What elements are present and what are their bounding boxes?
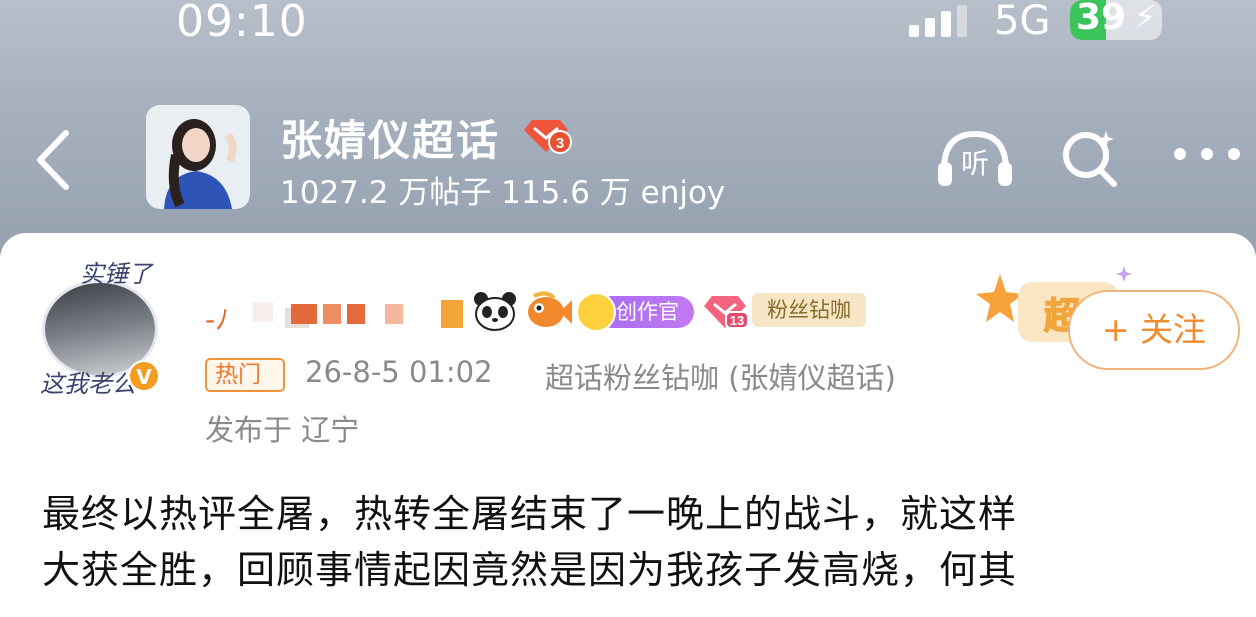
battery-icon: 39 ⚡: [1070, 0, 1162, 40]
post-text-line: 大获全胜，回顾事情起因竟然是因为我孩子发高烧，何其: [42, 548, 1018, 592]
level-badge: 13: [704, 292, 749, 330]
fan-badge[interactable]: 粉丝钻咖: [752, 293, 866, 327]
more-dot-icon: [1228, 148, 1240, 160]
battery-level: 39: [1076, 0, 1127, 38]
username-obscured: [347, 304, 365, 324]
listen-label: 听: [961, 147, 989, 180]
follow-button[interactable]: + 关注: [1068, 290, 1240, 370]
topic-avatar-image: [146, 105, 250, 209]
username-glyph: -ﾉ: [205, 303, 230, 336]
fish-emoji-icon: [524, 290, 572, 332]
chevron-left-icon: [37, 130, 69, 190]
post-timestamp: 26-8-5 01:02: [305, 355, 493, 389]
more-dot-icon: [1174, 148, 1186, 160]
diamond-rank-icon: 3: [524, 120, 572, 154]
post-meta: 热门 26-8-5 01:02 超话粉丝钻咖 (张婧仪超话): [205, 355, 1005, 395]
username-obscured: [441, 300, 463, 328]
network-type: 5G: [994, 0, 1051, 44]
status-bar: 09:10 5G 39 ⚡: [0, 0, 1256, 50]
rank-number: 3: [556, 135, 564, 152]
back-button[interactable]: [30, 125, 80, 195]
search-icon: [1063, 131, 1117, 187]
page-title: 张婧仪超话: [280, 116, 501, 165]
topic-stats: 1027.2 万帖子 115.6 万 enjoy: [280, 175, 726, 211]
headphones-icon: 听: [938, 130, 1012, 186]
topic-avatar[interactable]: [146, 105, 250, 209]
status-time: 09:10: [176, 0, 308, 47]
username-obscured: [291, 304, 317, 324]
avatar-frame-text-bottom: 这我老公: [40, 370, 136, 398]
verified-badge: V: [128, 360, 160, 392]
listen-button[interactable]: 听: [936, 128, 1014, 188]
username-obscured: [385, 304, 403, 324]
avatar-frame-text-top: 实锤了: [80, 260, 152, 288]
search-button[interactable]: [1060, 127, 1120, 187]
post-location: 发布于 辽宁: [205, 413, 360, 447]
post-text-line: 最终以热评全屠，热转全屠结束了一晚上的战斗，就这样: [42, 492, 1018, 536]
level-number: 13: [730, 313, 744, 328]
hot-tag: 热门: [205, 358, 285, 392]
bee-icon: [576, 292, 616, 332]
post-source[interactable]: 超话粉丝钻咖 (张婧仪超话): [545, 355, 896, 397]
username-obscured: [253, 302, 273, 322]
panda-emoji-icon: [472, 290, 518, 332]
more-dot-icon: [1201, 148, 1213, 160]
creator-badge[interactable]: 创作官: [576, 292, 694, 332]
author-username[interactable]: -ﾉ: [205, 294, 465, 336]
username-obscured: [323, 304, 341, 324]
more-button[interactable]: [1174, 148, 1240, 168]
author-avatar[interactable]: 实锤了 这我老公 V: [34, 254, 166, 398]
signal-icon: [909, 5, 969, 37]
rank-badge: 3: [522, 114, 572, 156]
post-text[interactable]: 最终以热评全屠，热转全屠结束了一晚上的战斗，就这样 大获全胜，回顾事情起因竟然是…: [42, 486, 1222, 598]
charging-bolt-icon: ⚡: [1134, 0, 1157, 36]
